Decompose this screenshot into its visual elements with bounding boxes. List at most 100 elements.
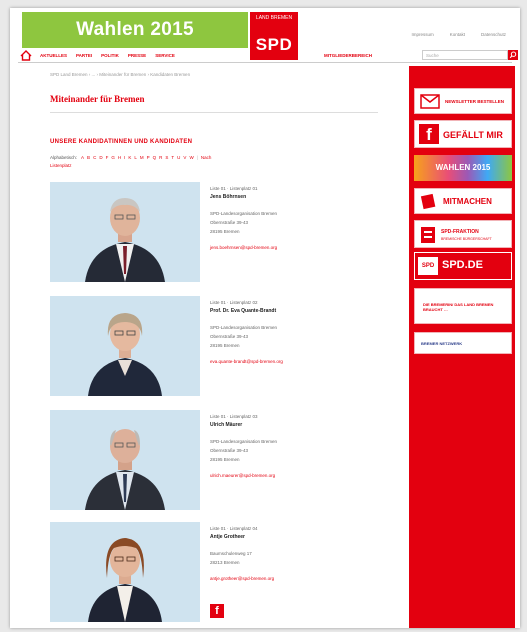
newsletter-label: NEWSLETTER BESTELLEN <box>445 99 505 104</box>
candidate-street: Baumschulenweg 17 <box>210 551 252 556</box>
candidate-name: Prof. Dr. Eva Quante-Brandt <box>210 308 277 314</box>
candidate-meta: Liste 01 · Listenplatz 02 <box>210 300 258 305</box>
mitmachen-label: MITMACHEN <box>443 197 492 206</box>
candidate-card: Liste 01 · Listenplatz 03 Ulrich Mäurer … <box>50 410 380 514</box>
candidate-street: Obernstraße 39-43 <box>210 334 249 339</box>
candidate-card: Liste 01 · Listenplatz 02 Prof. Dr. Eva … <box>50 296 380 400</box>
candidate-meta: Liste 01 · Listenplatz 01 <box>210 186 258 191</box>
candidate-info: Liste 01 · Listenplatz 01 Jens Böhrnsen … <box>210 184 380 252</box>
letter-link[interactable]: D <box>99 155 102 160</box>
candidate-org: SPD-Landesorganisation Bremen <box>210 439 278 444</box>
spd-de-button[interactable]: SPD SPD.DE <box>414 252 512 280</box>
nav-item-partei[interactable]: PARTEI <box>76 53 92 58</box>
promo-banner[interactable]: DIE BREMERIN/ DAS LAND BREMEN BRAUCHT … <box>414 288 512 324</box>
nav-item-presse[interactable]: PRESSE <box>128 53 146 58</box>
search-input[interactable]: Suche <box>422 50 508 60</box>
candidate-info: Liste 01 · Listenplatz 03 Ulrich Mäurer … <box>210 412 380 480</box>
nav-item-aktuelles[interactable]: AKTUELLES <box>40 53 67 58</box>
candidate-meta: Liste 01 · Listenplatz 03 <box>210 414 258 419</box>
candidate-info: Liste 01 · Listenplatz 02 Prof. Dr. Eva … <box>210 298 380 366</box>
letter-link[interactable]: A <box>81 155 84 160</box>
promo-text: DIE BREMERIN/ DAS LAND BREMEN BRAUCHT … <box>423 302 494 312</box>
netzwerk-text: BREMER NETZWERK <box>421 341 463 346</box>
letter-link[interactable]: I <box>124 155 125 160</box>
letter-link[interactable]: Q <box>153 155 157 160</box>
hand-icon <box>420 193 436 210</box>
candidate-name: Ulrich Mäurer <box>210 422 243 428</box>
letter-link[interactable]: R <box>159 155 162 160</box>
letter-link[interactable]: U <box>177 155 180 160</box>
spd-de-label: SPD.DE <box>442 259 483 271</box>
letter-link[interactable]: F <box>106 155 109 160</box>
candidate-city: 28195 Bremen <box>210 229 240 234</box>
candidate-info: Liste 01 · Listenplatz 04 Antje Grotheer… <box>210 524 380 583</box>
mail-icon <box>420 94 440 109</box>
wahlen-2015-banner[interactable]: WAHLEN 2015 <box>414 155 512 181</box>
candidate-city: 28195 Bremen <box>210 343 240 348</box>
alphabet-filter: Alphabetisch: A B C D F G H I K L M P Q R S T U V W | Nach Lis… <box>50 155 212 168</box>
sidebar: NEWSLETTER BESTELLEN f GEFÄLLT MIR WAHLE… <box>409 66 515 628</box>
nav-item-service[interactable]: SERVICE <box>155 53 175 58</box>
letter-link[interactable]: W <box>189 155 193 160</box>
candidate-photo[interactable] <box>50 296 200 396</box>
breadcrumb[interactable]: SPD Land Bremen › ... › Miteinander für … <box>50 72 190 77</box>
candidate-meta: Liste 01 · Listenplatz 04 <box>210 526 258 531</box>
spd-fraktion-button[interactable]: SPD-FRAKTION BREMISCHE BÜRGERSCHAFT <box>414 220 512 248</box>
section-heading: UNSERE KANDIDATINNEN UND KANDIDATEN <box>50 139 193 145</box>
letter-link[interactable]: H <box>118 155 121 160</box>
candidate-email-link[interactable]: eva.quante-brandt@spd-bremen.org <box>210 357 380 366</box>
candidate-org: SPD-Landesorganisation Bremen <box>210 211 278 216</box>
nav-item-politik[interactable]: POLITIK <box>101 53 119 58</box>
top-link-impressum[interactable]: Impressum <box>411 32 433 37</box>
search-icon[interactable] <box>508 50 518 60</box>
letter-link[interactable]: C <box>93 155 96 160</box>
candidate-card: Liste 01 · Listenplatz 01 Jens Böhrnsen … <box>50 182 380 286</box>
home-icon[interactable] <box>20 50 32 61</box>
candidate-photo[interactable] <box>50 410 200 510</box>
fraktion-sublabel: BREMISCHE BÜRGERSCHAFT <box>441 237 492 241</box>
sort-by-list-link[interactable]: Listenplatz <box>50 163 72 168</box>
candidate-city: 28213 Bremen <box>210 560 240 565</box>
candidate-name: Antje Grotheer <box>210 534 246 540</box>
candidate-email-link[interactable]: ulrich.maeurer@spd-bremen.org <box>210 471 380 480</box>
fraktion-label: SPD-FRAKTION <box>441 229 479 235</box>
candidate-email-link[interactable]: jens.boehrnsen@spd-bremen.org <box>210 243 380 252</box>
candidate-email-link[interactable]: antje.grotheer@spd-bremen.org <box>210 574 380 583</box>
netzwerk-banner[interactable]: BREMER NETZWERK <box>414 332 512 354</box>
page-title: Miteinander für Bremen <box>50 94 145 104</box>
candidate-street: Obernstraße 39-43 <box>210 448 249 453</box>
facebook-label: GEFÄLLT MIR <box>443 130 503 140</box>
letter-link[interactable]: P <box>147 155 150 160</box>
letter-link[interactable]: G <box>111 155 115 160</box>
mitmachen-button[interactable]: MITMACHEN <box>414 188 512 214</box>
candidate-name: Jens Böhrnsen <box>210 194 247 200</box>
top-link-kontakt[interactable]: Kontakt <box>450 32 465 37</box>
newsletter-button[interactable]: NEWSLETTER BESTELLEN <box>414 88 512 114</box>
candidate-org: SPD-Landesorganisation Bremen <box>210 325 278 330</box>
main-nav: AKTUELLES PARTEI POLITIK PRESSE SERVICE … <box>18 50 518 63</box>
letter-link[interactable]: V <box>183 155 186 160</box>
letter-link[interactable]: L <box>134 155 137 160</box>
letter-link[interactable]: B <box>87 155 90 160</box>
spd-mini-logo: SPD <box>418 257 438 275</box>
top-links: Impressum Kontakt Datenschutz <box>411 32 506 37</box>
page: Wahlen 2015 LAND BREMEN SPD Impressum Ko… <box>10 8 520 628</box>
letter-link[interactable]: K <box>128 155 131 160</box>
divider <box>50 112 378 113</box>
sort-by-list-link[interactable]: Nach <box>201 155 212 160</box>
candidate-street: Obernstraße 39-43 <box>210 220 249 225</box>
candidate-photo[interactable] <box>50 522 200 622</box>
member-area-link[interactable]: MITGLIEDERBEREICH <box>324 53 372 58</box>
facebook-icon[interactable]: f <box>210 604 224 618</box>
top-link-datenschutz[interactable]: Datenschutz <box>481 32 506 37</box>
letter-link[interactable]: T <box>171 155 174 160</box>
wahlen-banner[interactable]: Wahlen 2015 <box>22 12 248 48</box>
candidate-city: 28195 Bremen <box>210 457 240 462</box>
letter-link[interactable]: S <box>165 155 168 160</box>
facebook-like-button[interactable]: f GEFÄLLT MIR <box>414 120 512 148</box>
letter-link[interactable]: M <box>140 155 144 160</box>
candidate-photo[interactable] <box>50 182 200 282</box>
fraktion-icon <box>421 227 435 243</box>
logo-small-text: LAND BREMEN <box>255 15 293 21</box>
facebook-icon: f <box>419 124 439 144</box>
